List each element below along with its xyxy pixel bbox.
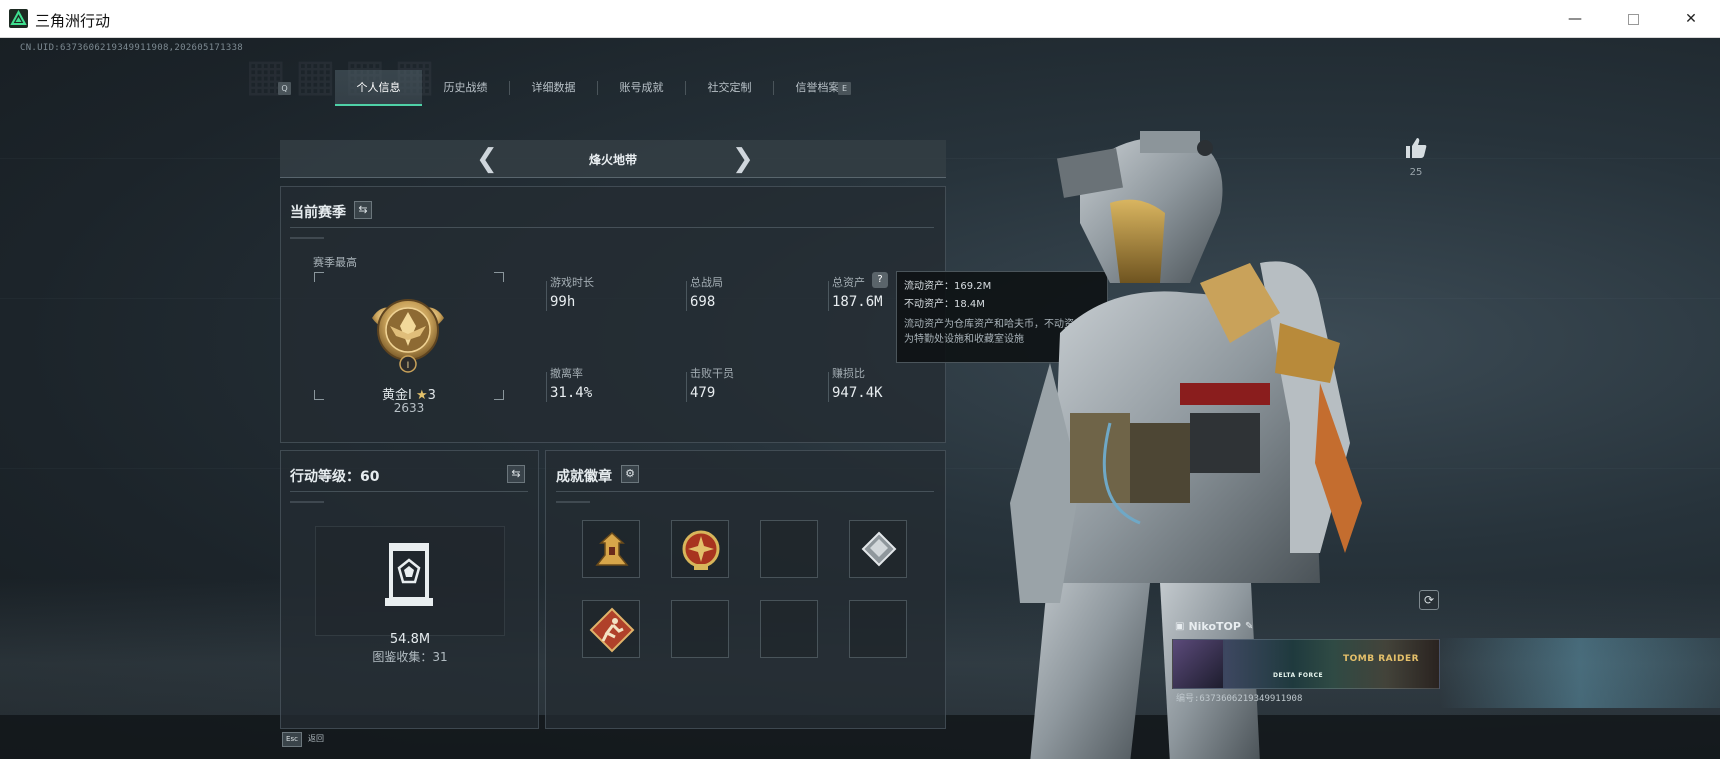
swap-icon[interactable]: ⇆: [354, 201, 372, 219]
stat-matches-value: 698: [690, 294, 716, 310]
id-card-icon: ▣: [1175, 620, 1185, 632]
stat-assets-value: 187.6M: [832, 294, 883, 310]
player-banner[interactable]: DELTA FORCE TOMB RAIDER: [1172, 639, 1440, 689]
collection-display-icon: [381, 540, 437, 610]
window-title: 三角洲行动: [35, 12, 111, 30]
esc-key[interactable]: Esc: [282, 732, 302, 747]
stat-divider: [546, 281, 547, 311]
tab-bar: 个人信息 历史战绩 详细数据 账号成就 社交定制 信誉档案: [335, 70, 861, 106]
stat-divider: [686, 281, 687, 311]
mode-selector: ❮ 烽火地带 ❯: [280, 140, 946, 178]
stat-kills-value: 479: [690, 385, 716, 401]
badge-tower-icon[interactable]: [582, 520, 640, 578]
edit-icon[interactable]: ✎: [1245, 621, 1253, 632]
maximize-icon: [1627, 13, 1639, 25]
player-name: NikoTOP: [1188, 619, 1241, 633]
badges-title: 成就徽章: [556, 469, 612, 485]
banner-brand: DELTA FORCE: [1273, 672, 1324, 679]
help-icon[interactable]: ?: [872, 272, 888, 288]
tab-social-customize[interactable]: 社交定制: [686, 70, 773, 106]
maximize-button[interactable]: [1604, 0, 1662, 38]
gear-icon[interactable]: ⚙: [621, 465, 639, 483]
tab-match-history[interactable]: 历史战绩: [422, 70, 509, 106]
thumbs-up-icon[interactable]: [1404, 136, 1428, 160]
collection-value: 54.8M: [389, 632, 431, 647]
frame-corner: [494, 272, 504, 282]
season-title: 当前赛季: [290, 205, 346, 221]
player-banner-uid: 编号:6373606219349911908: [1176, 694, 1303, 704]
stat-extract-rate-label: 撤离率: [550, 367, 583, 380]
badge-slot-empty[interactable]: [849, 600, 907, 658]
badge-cross-medal-icon[interactable]: [671, 520, 729, 578]
badge-slot-empty[interactable]: [671, 600, 729, 658]
stat-playtime-value: 99h: [550, 294, 576, 310]
stat-extract-rate-value: 31.4%: [550, 385, 593, 401]
player-name-row: ▣ NikoTOP ✎: [1175, 618, 1253, 634]
level-title: 行动等级：60: [290, 469, 380, 485]
tab-account-achievements[interactable]: 账号成就: [598, 70, 685, 106]
badge-runner-icon[interactable]: [582, 600, 640, 658]
stat-assets-label: 总资产: [832, 276, 865, 289]
badge-slot-empty[interactable]: [760, 600, 818, 658]
like-count: 25: [1409, 167, 1423, 178]
close-button[interactable]: ✕: [1662, 0, 1720, 38]
tab-detailed-data[interactable]: 详细数据: [510, 70, 597, 106]
stat-divider: [828, 281, 829, 311]
svg-text:I: I: [407, 361, 410, 371]
badge-cube-icon[interactable]: [849, 520, 907, 578]
stat-divider: [686, 372, 687, 402]
rank-points: 2633: [393, 401, 425, 415]
stat-profit-loss-label: 赚损比: [832, 367, 865, 380]
season-best-label: 赛季最高: [313, 256, 357, 269]
decor-dots: [290, 237, 324, 239]
stat-divider: [828, 372, 829, 402]
title-divider: [290, 227, 934, 228]
swap-icon[interactable]: ⇆: [507, 465, 525, 483]
floor-light: [1440, 638, 1720, 708]
tab-next-key[interactable]: E: [838, 82, 851, 95]
stat-kills-label: 击败干员: [690, 367, 734, 380]
window-titlebar: 三角洲行动 — ✕: [0, 0, 1720, 38]
stat-playtime-label: 游戏时长: [550, 276, 594, 289]
banner-collab: TOMB RAIDER: [1343, 654, 1420, 664]
back-label[interactable]: 返回: [308, 733, 324, 744]
title-divider: [290, 491, 528, 492]
tab-prev-key[interactable]: Q: [278, 82, 291, 95]
decor-dots: [556, 501, 590, 503]
stat-profit-loss-value: 947.4K: [832, 385, 883, 401]
frame-corner: [314, 272, 324, 282]
minimize-icon: —: [1568, 11, 1582, 27]
decor-dots: [290, 501, 324, 503]
stat-divider: [546, 372, 547, 402]
collection-count: 图鉴收集：31: [372, 650, 448, 664]
minimize-button[interactable]: —: [1546, 0, 1604, 38]
stat-matches-label: 总战局: [690, 276, 723, 289]
player-uid-text: CN.UID:6373606219349911908,202605171338: [20, 43, 244, 53]
app-logo-icon: [9, 9, 28, 28]
refresh-icon[interactable]: ⟳: [1419, 590, 1439, 610]
mode-title: 烽火地带: [588, 153, 637, 167]
close-icon: ✕: [1685, 11, 1697, 27]
badge-slot-empty[interactable]: [760, 520, 818, 578]
chevron-right-icon[interactable]: ❯: [732, 146, 754, 172]
rank-medal-icon: I: [368, 288, 448, 376]
banner-portrait: [1173, 640, 1223, 688]
tab-personal-info[interactable]: 个人信息: [335, 70, 422, 106]
title-divider: [556, 491, 934, 492]
game-viewport: ▦▦▦▦ CN.UID:6373606219349911908,20260517…: [0, 38, 1720, 759]
